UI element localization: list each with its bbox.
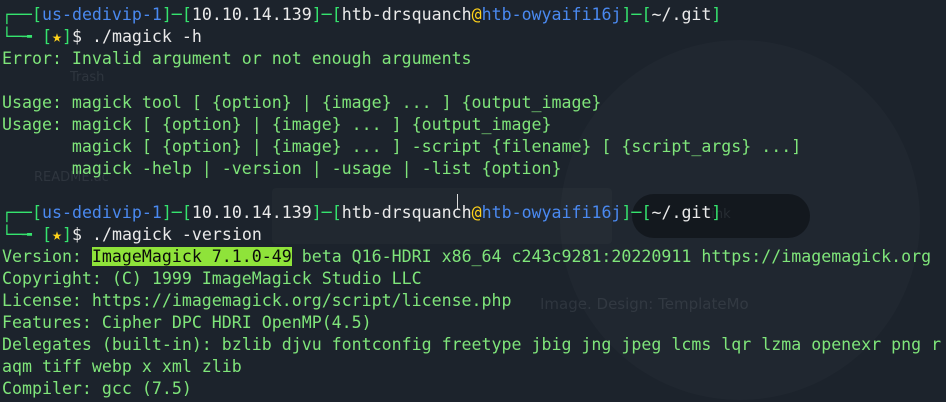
output-line: Delegates (built-in): bzlib djvu fontcon… (2, 335, 942, 354)
command-line: └─╼ [★]$ ./magick -version (2, 225, 262, 244)
prompt-user: htb-drsquanch (341, 5, 472, 24)
terminal-window[interactable]: ┌──[us-dedivip-1]─[10.10.14.139]─[htb-dr… (2, 4, 946, 400)
output-line: Usage: magick [ {option} | {image} ... ]… (2, 115, 552, 134)
command-text: ./magick -h (91, 27, 202, 46)
prompt-line: ┌──[us-dedivip-1]─[10.10.14.139]─[htb-dr… (2, 203, 722, 222)
output-line: aqm tiff webp x xml zlib (2, 357, 242, 376)
command-line: └─╼ [★]$ ./magick -h (2, 27, 202, 46)
prompt-line: ┌──[us-dedivip-1]─[10.10.14.139]─[htb-dr… (2, 5, 722, 24)
prompt-host: us-dedivip-1 (41, 5, 162, 24)
output-line: Compiler: gcc (7.5) (2, 379, 192, 398)
output-line: Copyright: (C) 1999 ImageMagick Studio L… (2, 269, 422, 288)
mouse-ibeam-cursor-icon (457, 194, 460, 210)
output-line: Version: ImageMagick 7.1.0-49 beta Q16-H… (2, 247, 932, 266)
prompt-star-icon: ★ (51, 225, 62, 244)
version-highlight: ImageMagick 7.1.0-49 (91, 247, 292, 266)
output-line: Error: Invalid argument or not enough ar… (2, 49, 472, 68)
prompt-star-icon: ★ (51, 27, 62, 46)
prompt-ip: 10.10.14.139 (191, 5, 312, 24)
output-line: Features: Cipher DPC HDRI OpenMP(4.5) (2, 313, 372, 332)
prompt-path: ~/.git (651, 5, 712, 24)
output-line: License: https://imagemagick.org/script/… (2, 291, 512, 310)
command-text: ./magick -version (91, 225, 262, 244)
output-line: magick [ {option} | {image} ... ] -scrip… (2, 137, 802, 156)
prompt-machine: htb-owyaifi16j (481, 5, 622, 24)
output-line: Usage: magick tool [ {option} | {image} … (2, 93, 602, 112)
output-line: magick -help | -version | -usage | -list… (2, 159, 562, 178)
